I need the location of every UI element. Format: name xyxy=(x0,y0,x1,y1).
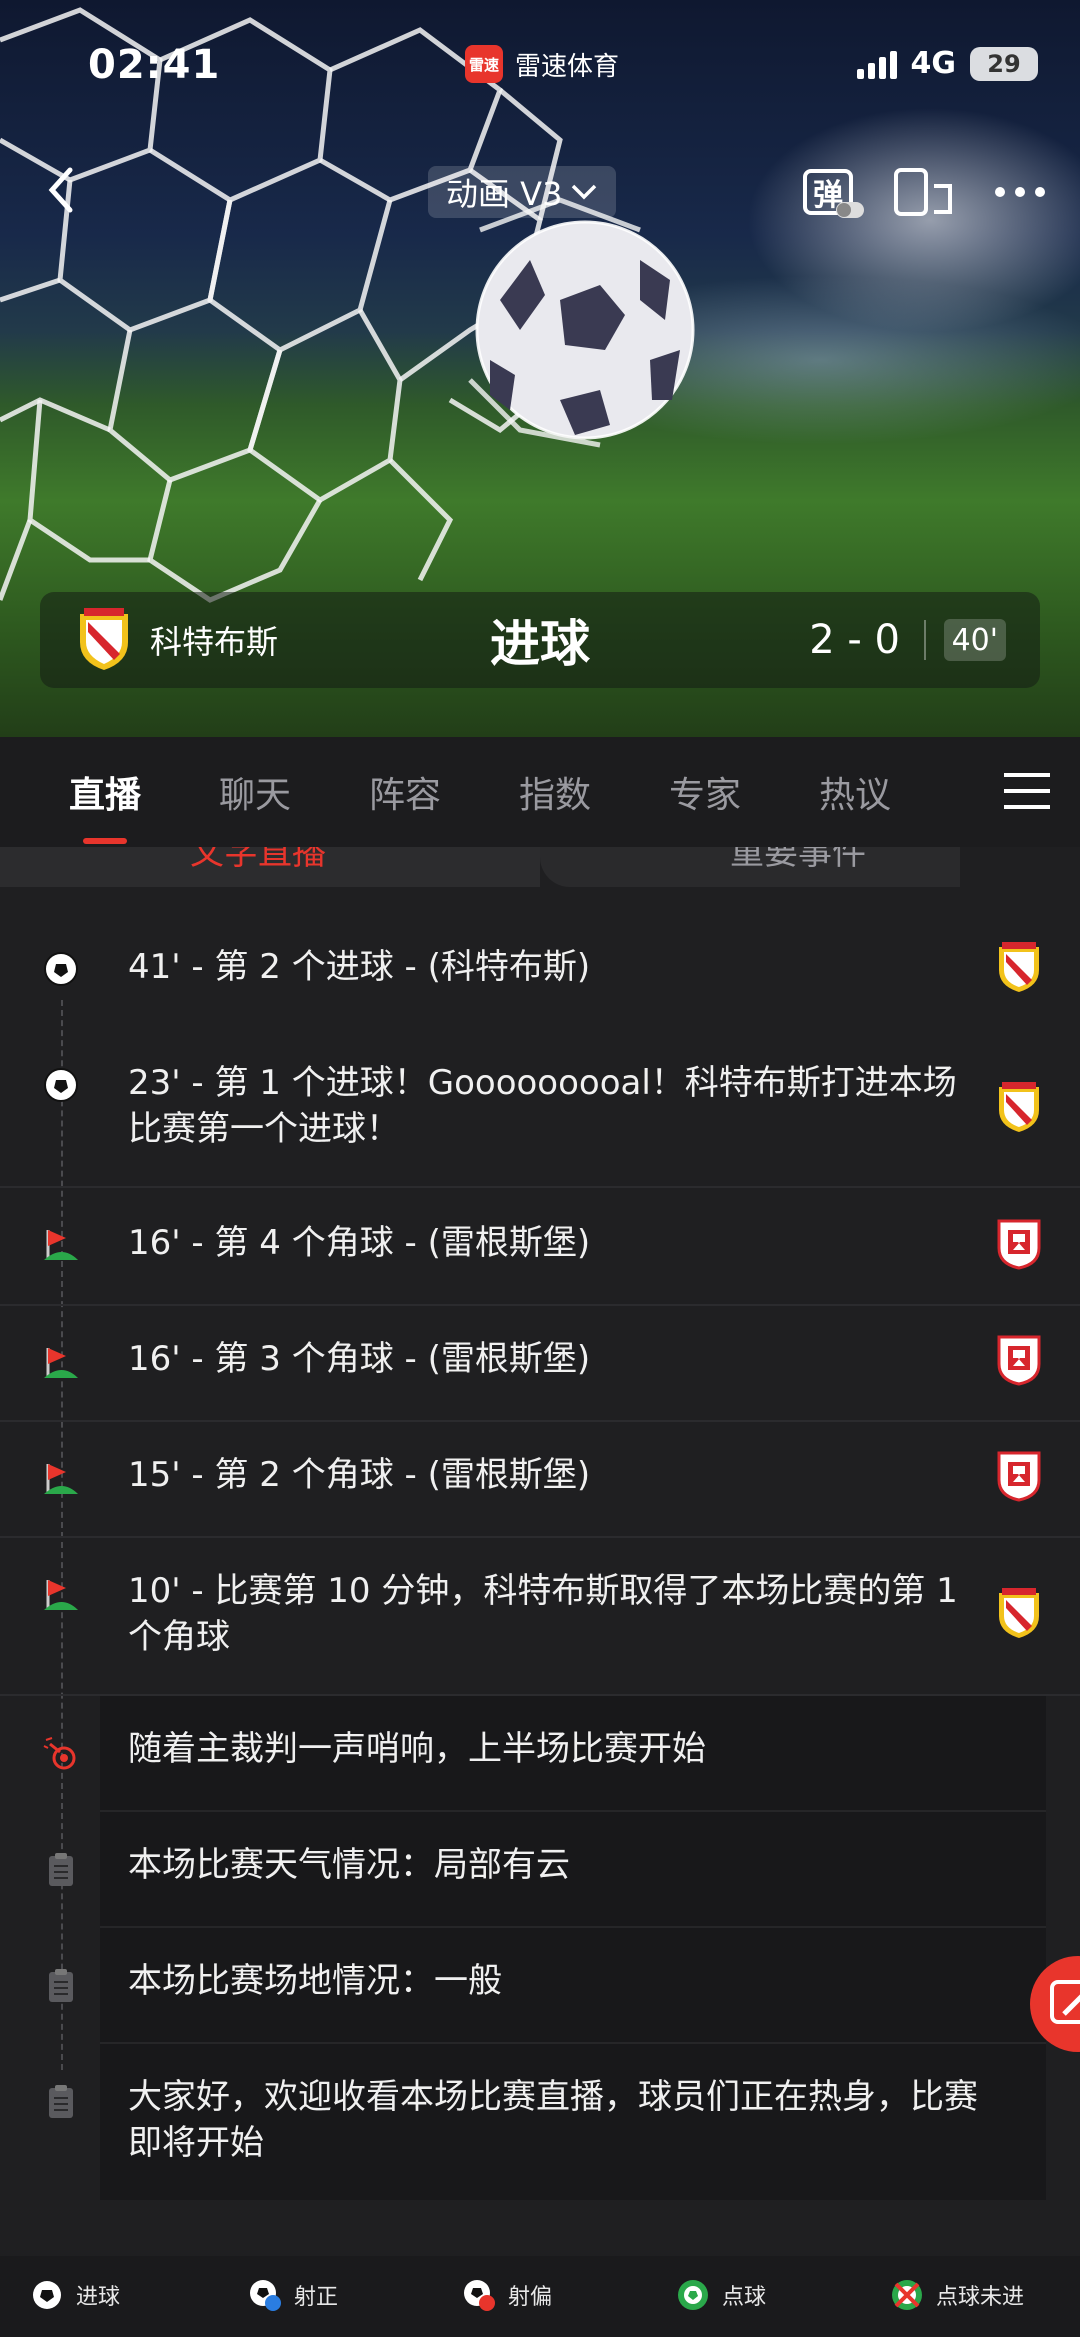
penalty-icon xyxy=(678,2280,708,2310)
feed-item: 本场比赛场地情况：一般 xyxy=(0,1928,1080,2044)
tab-live[interactable]: 直播 xyxy=(30,766,180,844)
soccer-ball-icon xyxy=(44,952,78,986)
tab-chat[interactable]: 聊天 xyxy=(180,766,330,818)
feed-item: 大家好，欢迎收看本场比赛直播，球员们正在热身，比赛即将开始 xyxy=(0,2044,1080,2200)
feed-text: 随着主裁判一声哨响，上半场比赛开始 xyxy=(128,1729,706,1769)
subtab-key-events-label: 重要事件 xyxy=(730,847,866,873)
score-divider xyxy=(924,620,926,660)
chevron-left-icon xyxy=(48,167,73,213)
feed-text: 23' - 第 1 个进球！Gooooooooal！科特布斯打进本场比赛第一个进… xyxy=(128,1063,957,1149)
score: 2 - 0 xyxy=(809,617,900,663)
feed-text: 大家好，欢迎收看本场比赛直播，球员们正在热身，比赛即将开始 xyxy=(128,2077,978,2163)
feed-text: 16' - 第 3 个角球 - (雷根斯堡) xyxy=(128,1339,591,1379)
signal-icon xyxy=(856,49,897,79)
corner-flag-icon xyxy=(44,1348,78,1378)
legend-penalty-missed: 点球未进 xyxy=(890,2278,1024,2312)
cottbus-crest-icon xyxy=(999,1082,1039,1132)
chevron-down-icon xyxy=(572,184,597,200)
more-button[interactable] xyxy=(988,160,1052,224)
cottbus-crest-icon xyxy=(999,1588,1039,1638)
feed-item: 本场比赛天气情况：局部有云 xyxy=(0,1812,1080,1928)
clipboard-icon xyxy=(49,1969,73,2002)
regensburg-crest-icon xyxy=(997,1451,1041,1502)
feed-item: 15' - 第 2 个角球 - (雷根斯堡) xyxy=(0,1422,1080,1538)
team-name: 科特布斯 xyxy=(150,623,279,661)
feed-item: 41' - 第 2 个进球 - (科特布斯) xyxy=(0,920,1080,1030)
soccer-ball-icon xyxy=(44,1068,78,1102)
status-time: 02:41 xyxy=(88,42,221,88)
legend-penalty-label: 点球 xyxy=(722,2285,767,2310)
feed-text: 本场比赛场地情况：一般 xyxy=(128,1961,502,2001)
clipboard-icon xyxy=(49,2085,73,2118)
app-logo: 雷速 xyxy=(465,45,503,83)
goal-icon xyxy=(33,2281,61,2309)
feed-text: 41' - 第 2 个进球 - (科特布斯) xyxy=(128,947,591,987)
battery-icon: 29 xyxy=(970,46,1038,81)
tab-odds[interactable]: 指数 xyxy=(480,766,630,818)
feed-text: 16' - 第 4 个角球 - (雷根斯堡) xyxy=(128,1223,591,1263)
legend-shot-on-target: 射正 xyxy=(248,2278,338,2312)
cottbus-crest-icon xyxy=(80,608,128,670)
scoreboard: 科特布斯 进球 2 - 0 40' xyxy=(40,592,1040,688)
tab-bar: 直播 聊天 阵容 指数 专家 热议 xyxy=(0,737,1080,847)
back-button[interactable] xyxy=(40,160,84,220)
feed-item: 16' - 第 4 个角球 - (雷根斯堡) xyxy=(0,1188,1080,1304)
tab-lineup[interactable]: 阵容 xyxy=(330,766,480,818)
more-dots-icon xyxy=(995,187,1045,197)
tab-discussion[interactable]: 热议 xyxy=(780,766,930,818)
corner-flag-icon xyxy=(44,1464,78,1494)
device-rotate-icon xyxy=(894,168,952,216)
legend-goal: 进球 xyxy=(30,2278,120,2312)
animation-version-select[interactable]: 动画 V3 xyxy=(428,166,617,218)
screen-cast-button[interactable] xyxy=(892,160,956,224)
animation-version-label: 动画 V3 xyxy=(446,175,563,213)
whistle-icon xyxy=(43,1737,76,1770)
animation-hero: 02:41 雷速 雷速体育 4G 29 动画 V3 弹 科特布斯 进球 2 - … xyxy=(0,0,1080,737)
feed-text: 本场比赛天气情况：局部有云 xyxy=(128,1845,570,1885)
regensburg-crest-icon xyxy=(997,1335,1041,1386)
regensburg-crest-icon xyxy=(997,1219,1041,1270)
corner-flag-icon xyxy=(44,1230,78,1260)
feed-text: 15' - 第 2 个角球 - (雷根斯堡) xyxy=(128,1455,591,1495)
shot-off-target-icon xyxy=(464,2280,495,2311)
legend-shot-on-target-label: 射正 xyxy=(294,2285,339,2310)
legend-penalty-missed-label: 点球未进 xyxy=(936,2285,1025,2310)
legend-shot-off-target: 射偏 xyxy=(462,2278,552,2312)
subtab-text-live-label: 文字直播 xyxy=(190,847,326,873)
legend-goal-label: 进球 xyxy=(76,2285,121,2310)
cottbus-crest-icon xyxy=(999,942,1039,992)
menu-icon[interactable] xyxy=(1004,771,1050,811)
danmaku-toggle-button[interactable]: 弹 xyxy=(796,160,864,224)
app-name: 雷速体育 xyxy=(515,51,620,82)
match-minute: 40' xyxy=(943,619,1006,661)
event-legend: 进球 射正 射偏 点球 点球未进 xyxy=(0,2256,1080,2337)
tab-experts[interactable]: 专家 xyxy=(630,766,780,818)
edit-icon xyxy=(1050,1980,1080,2024)
subtab-bar: 文字直播 重要事件 xyxy=(0,847,1080,887)
feed-text: 10' - 比赛第 10 分钟，科特布斯取得了本场比赛的第 1 个角球 xyxy=(128,1571,958,1657)
clipboard-icon xyxy=(49,1853,73,1886)
penalty-missed-icon xyxy=(892,2280,922,2310)
status-indicators: 4G 29 xyxy=(856,46,1038,81)
feed-item: 10' - 比赛第 10 分钟，科特布斯取得了本场比赛的第 1 个角球 xyxy=(0,1538,1080,1694)
feed-item: 随着主裁判一声哨响，上半场比赛开始 xyxy=(0,1696,1080,1812)
feed-item: 23' - 第 1 个进球！Gooooooooal！科特布斯打进本场比赛第一个进… xyxy=(0,1030,1080,1186)
legend-shot-off-target-label: 射偏 xyxy=(508,2285,553,2310)
network-type: 4G xyxy=(910,46,957,81)
shot-on-target-icon xyxy=(250,2280,281,2311)
soccer-ball xyxy=(475,220,695,440)
corner-flag-icon xyxy=(44,1580,78,1610)
header-actions: 弹 xyxy=(796,160,1052,224)
source-app-badge: 雷速 雷速体育 xyxy=(465,45,619,83)
feed-item: 16' - 第 3 个角球 - (雷根斯堡) xyxy=(0,1306,1080,1422)
subtab-key-events[interactable]: 重要事件 xyxy=(540,847,960,887)
legend-penalty: 点球 xyxy=(676,2278,766,2312)
subtab-text-live[interactable]: 文字直播 xyxy=(0,847,540,887)
